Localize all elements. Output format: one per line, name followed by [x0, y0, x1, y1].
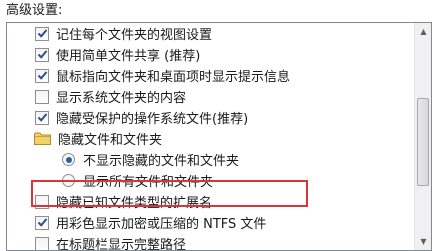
option-show-all-files[interactable]: 显示所有文件和文件夹 — [62, 170, 213, 191]
group-hidden-files-and-folders: 隐藏文件和文件夹 — [34, 128, 162, 149]
advanced-settings-label: 高级设置: — [6, 3, 63, 18]
setting-show-full-path[interactable]: 在标题栏显示完整路径 — [35, 233, 187, 251]
checkbox-checked-icon[interactable] — [35, 215, 49, 230]
checkbox-unchecked-icon[interactable] — [35, 194, 49, 209]
option-label: 不显示隐藏的文件和文件夹 — [83, 154, 240, 169]
advanced-settings-list[interactable]: 记住每个文件夹的视图设置 使用简单文件共享 (推荐) 鼠标指向文件夹和桌面项时显… — [6, 22, 432, 251]
setting-label: 隐藏受保护的操作系统文件(推荐) — [56, 112, 249, 127]
setting-show-system-folders[interactable]: 显示系统文件夹的内容 — [35, 86, 186, 107]
group-label: 隐藏文件和文件夹 — [58, 133, 163, 148]
checkbox-checked-icon[interactable] — [35, 26, 49, 41]
vertical-scrollbar[interactable]: ▲ ▼ — [414, 23, 431, 250]
setting-hide-protected-os-files[interactable]: 隐藏受保护的操作系统文件(推荐) — [35, 107, 248, 128]
radio-selected-icon[interactable] — [62, 153, 75, 166]
setting-label: 使用简单文件共享 (推荐) — [56, 49, 201, 64]
scroll-up-arrow-icon[interactable]: ▲ — [415, 23, 431, 40]
setting-show-tooltips[interactable]: 鼠标指向文件夹和桌面项时显示提示信息 — [35, 65, 290, 86]
setting-label: 记住每个文件夹的视图设置 — [56, 28, 213, 43]
setting-hide-known-extensions[interactable]: 隐藏已知文件类型的扩展名 — [35, 191, 212, 212]
setting-remember-view[interactable]: 记住每个文件夹的视图设置 — [35, 23, 212, 44]
radio-unselected-icon[interactable] — [62, 174, 75, 187]
setting-label: 显示系统文件夹的内容 — [56, 91, 187, 106]
setting-label: 在标题栏显示完整路径 — [56, 238, 187, 251]
setting-color-ntfs-files[interactable]: 用彩色显示加密或压缩的 NTFS 文件 — [35, 212, 266, 233]
setting-label: 用彩色显示加密或压缩的 NTFS 文件 — [56, 217, 267, 232]
folder-icon — [34, 132, 51, 145]
option-label: 显示所有文件和文件夹 — [83, 175, 214, 190]
setting-simple-sharing[interactable]: 使用简单文件共享 (推荐) — [35, 44, 200, 65]
checkbox-checked-icon[interactable] — [35, 47, 49, 62]
checkbox-checked-icon[interactable] — [35, 68, 49, 83]
checkbox-checked-icon[interactable] — [35, 110, 49, 125]
checkbox-unchecked-icon[interactable] — [35, 236, 49, 250]
option-do-not-show-hidden[interactable]: 不显示隐藏的文件和文件夹 — [62, 149, 239, 170]
setting-label: 隐藏已知文件类型的扩展名 — [56, 196, 213, 211]
scroll-down-arrow-icon[interactable]: ▼ — [415, 233, 431, 250]
checkbox-unchecked-icon[interactable] — [35, 89, 49, 104]
scrollbar-thumb[interactable] — [417, 98, 429, 186]
setting-label: 鼠标指向文件夹和桌面项时显示提示信息 — [56, 70, 291, 85]
